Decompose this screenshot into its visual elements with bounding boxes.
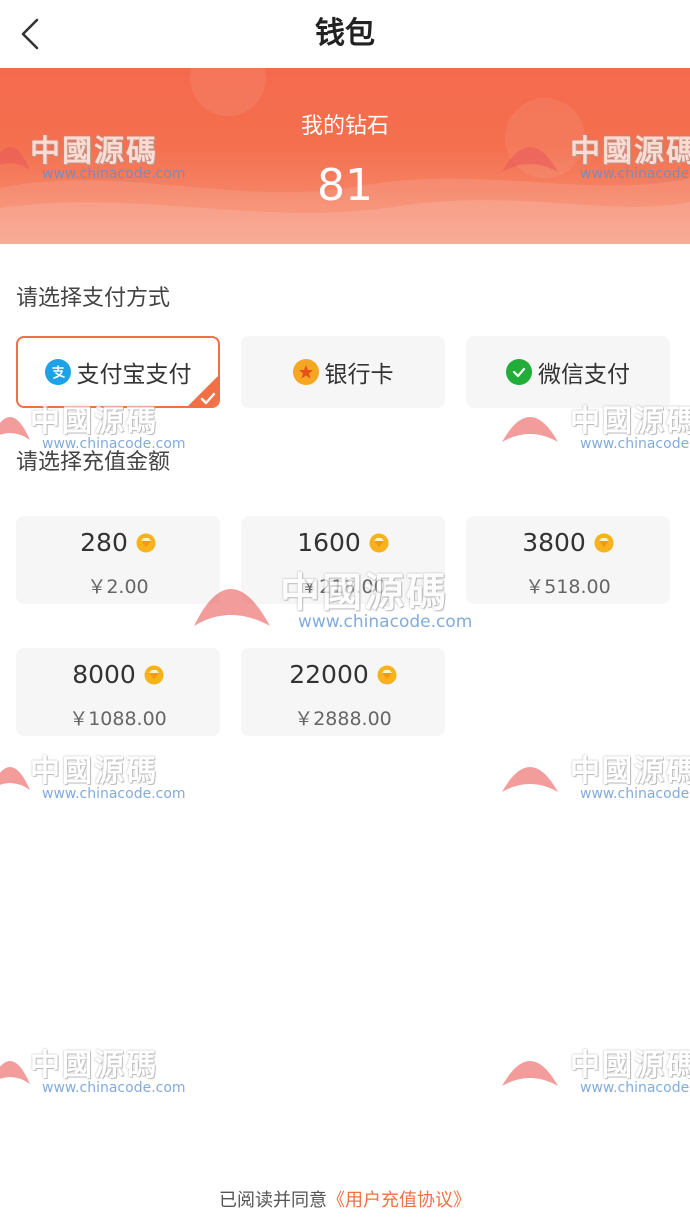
agreement-prefix: 已阅读并同意 <box>219 1190 327 1211</box>
payment-option-label: 银行卡 <box>324 362 394 388</box>
watermark-logo-icon <box>502 147 558 172</box>
watermark: 中國源碼 www.chinacode.com <box>500 392 690 462</box>
payment-option-label: 微信支付 <box>538 362 630 388</box>
diamond-amount: 280 <box>80 528 128 557</box>
nav-bar: 钱包 <box>0 0 690 68</box>
diamond-icon <box>136 533 156 552</box>
watermark: 中國源碼 www.chinacode.com <box>0 122 200 192</box>
watermark: 中國源碼 www.chinacode.com <box>500 122 690 192</box>
watermark: 中國源碼 www.chinacode.com <box>0 742 200 812</box>
diamond-icon <box>144 665 164 684</box>
diamond-icon <box>594 533 614 552</box>
watermark: 中國源碼 www.chinacode.com <box>190 556 510 632</box>
watermark-logo-icon <box>502 767 558 792</box>
payment-option-label: 支付宝支付 <box>76 362 192 388</box>
recharge-price: ￥1088.00 <box>69 708 167 730</box>
watermark-logo-icon <box>194 589 270 626</box>
watermark: 中國源碼 www.chinacode.com <box>500 1036 690 1106</box>
watermark: 中國源碼 www.chinacode.com <box>0 392 200 462</box>
diamond-amount: 3800 <box>522 528 586 557</box>
page-title: 钱包 <box>315 16 375 51</box>
wechat-pay-icon <box>506 359 532 385</box>
recharge-price: ￥2888.00 <box>294 708 392 730</box>
watermark-logo-icon <box>502 1061 558 1086</box>
agreement-text: 已阅读并同意《用户充值协议》 <box>0 1186 690 1212</box>
diamond-amount: 8000 <box>72 660 136 689</box>
diamond-icon <box>369 533 389 552</box>
payment-section-title: 请选择支付方式 <box>16 286 171 311</box>
payment-option-bank-card[interactable]: 银行卡 <box>241 336 445 408</box>
alipay-icon <box>44 359 71 385</box>
recharge-agreement-link[interactable]: 《用户充值协议》 <box>327 1190 471 1211</box>
diamond-amount: 22000 <box>289 660 369 689</box>
watermark-logo-icon <box>502 417 558 442</box>
watermark: 中國源碼 www.chinacode.com <box>500 742 690 812</box>
recharge-option-8000[interactable]: 8000 ￥1088.00 <box>16 648 220 736</box>
diamond-amount: 1600 <box>297 528 361 557</box>
bank-card-icon <box>292 359 319 385</box>
recharge-option-22000[interactable]: 22000 ￥2888.00 <box>241 648 445 736</box>
diamond-icon <box>377 665 397 684</box>
watermark: 中國源碼 www.chinacode.com <box>0 1036 200 1106</box>
